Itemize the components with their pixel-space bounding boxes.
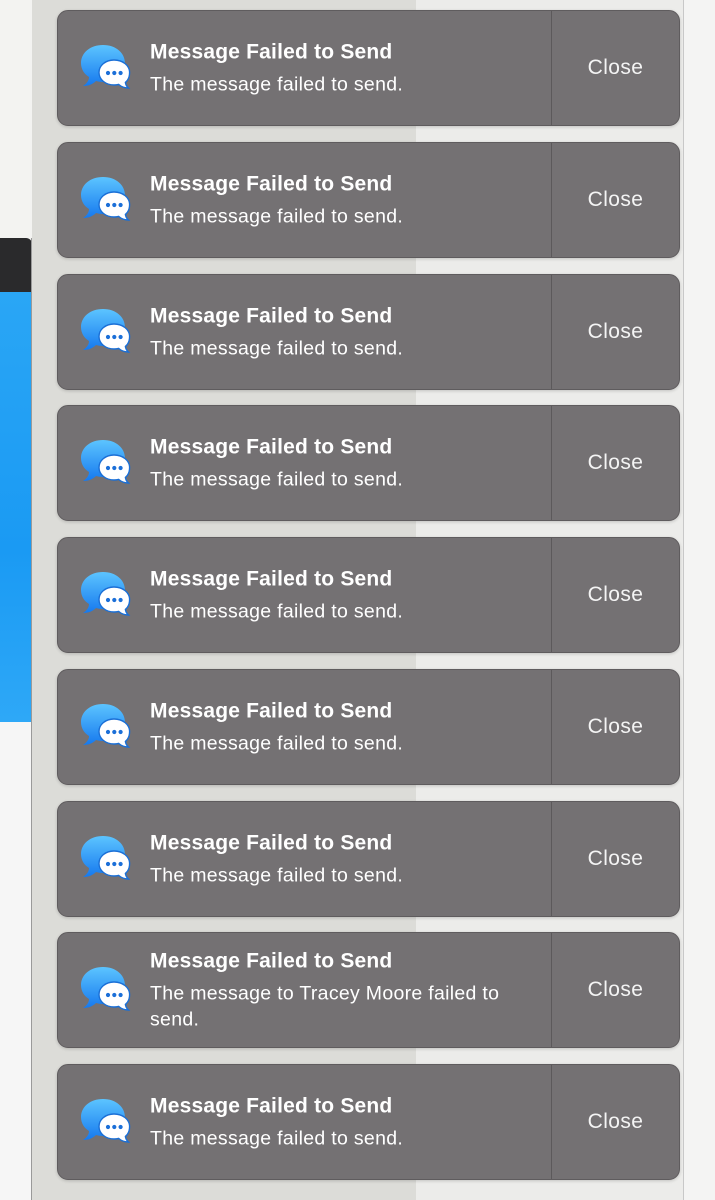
close-button[interactable]: Close xyxy=(552,670,679,784)
messages-icon xyxy=(81,308,131,353)
notification-banner-4[interactable]: Message Failed to Send The message faile… xyxy=(57,405,680,522)
messages-icon xyxy=(81,967,131,1011)
notification-title: Message Failed to Send xyxy=(150,304,393,327)
notification-banner-6[interactable]: Message Failed to Send The message faile… xyxy=(57,668,680,785)
close-button[interactable]: Close xyxy=(552,143,679,257)
notification-text: Message Failed to Send The message faile… xyxy=(150,566,507,625)
notification-list: Message Failed to Send The message faile… xyxy=(57,10,680,1196)
notification-title: Message Failed to Send xyxy=(150,1094,393,1118)
notification-content[interactable]: Message Failed to Send The message faile… xyxy=(58,11,551,125)
notification-content[interactable]: Message Failed to Send The message to Tr… xyxy=(58,933,551,1047)
notification-title: Message Failed to Send xyxy=(150,435,393,459)
notification-text: Message Failed to Send The message faile… xyxy=(150,697,507,756)
messages-icon xyxy=(81,1099,131,1143)
notification-content[interactable]: Message Failed to Send The message faile… xyxy=(58,275,551,389)
screen-edge xyxy=(684,0,715,1200)
close-button[interactable]: Close xyxy=(552,275,679,389)
notification-text: Message Failed to Send The message faile… xyxy=(150,829,507,888)
notification-content[interactable]: Message Failed to Send The message faile… xyxy=(58,670,551,784)
notification-banner-3[interactable]: Message Failed to Send The message faile… xyxy=(57,273,680,390)
messages-icon xyxy=(81,440,131,484)
notification-title: Message Failed to Send xyxy=(150,172,393,196)
notification-body: The message failed to send. xyxy=(150,600,404,623)
notification-content[interactable]: Message Failed to Send The message faile… xyxy=(58,143,551,257)
notification-body: The message failed to send. xyxy=(150,732,404,755)
notification-body: The message failed to send. xyxy=(150,73,404,96)
notification-title: Message Failed to Send xyxy=(150,567,393,591)
notification-banner-2[interactable]: Message Failed to Send The message faile… xyxy=(57,141,680,258)
background-window-content xyxy=(0,292,31,722)
close-button[interactable]: Close xyxy=(552,11,679,125)
background-window-titlebar xyxy=(0,238,32,292)
messages-icon xyxy=(81,703,131,748)
messages-icon xyxy=(81,176,131,221)
notification-text: Message Failed to Send The message faile… xyxy=(150,302,507,361)
notification-text: Message Failed to Send The message faile… xyxy=(150,39,507,98)
messages-icon xyxy=(81,45,131,89)
notification-content[interactable]: Message Failed to Send The message faile… xyxy=(58,406,551,520)
background-window-lower xyxy=(0,722,31,1200)
notification-text: Message Failed to Send The message faile… xyxy=(150,170,507,229)
notification-body: The message failed to send. xyxy=(150,864,404,886)
notification-banner-7[interactable]: Message Failed to Send The message faile… xyxy=(57,800,680,917)
notification-title: Message Failed to Send xyxy=(150,949,393,973)
close-button[interactable]: Close xyxy=(552,406,679,520)
notification-banner-5[interactable]: Message Failed to Send The message faile… xyxy=(57,537,680,653)
notification-title: Message Failed to Send xyxy=(150,40,393,64)
notification-banner-1[interactable]: Message Failed to Send The message faile… xyxy=(57,10,680,126)
notification-body: The message to Tracey Moore failed to se… xyxy=(150,982,500,1031)
close-button[interactable]: Close xyxy=(552,538,679,652)
close-button[interactable]: Close xyxy=(552,802,679,916)
notification-title: Message Failed to Send xyxy=(150,831,393,854)
notification-text: Message Failed to Send The message faile… xyxy=(150,434,507,493)
notification-content[interactable]: Message Failed to Send The message faile… xyxy=(58,802,551,916)
close-button[interactable]: Close xyxy=(552,1065,679,1179)
notification-content[interactable]: Message Failed to Send The message faile… xyxy=(58,1065,551,1179)
notification-content[interactable]: Message Failed to Send The message faile… xyxy=(58,538,551,652)
messages-icon xyxy=(81,835,131,880)
notification-body: The message failed to send. xyxy=(150,468,404,491)
notification-body: The message failed to send. xyxy=(150,205,404,228)
close-button[interactable]: Close xyxy=(552,933,679,1047)
notification-text: Message Failed to Send The message to Tr… xyxy=(150,948,507,1033)
notification-text: Message Failed to Send The message faile… xyxy=(150,1093,507,1152)
notification-title: Message Failed to Send xyxy=(150,699,393,723)
notification-body: The message failed to send. xyxy=(150,1127,404,1150)
messages-icon xyxy=(81,572,131,616)
notification-banner-9[interactable]: Message Failed to Send The message faile… xyxy=(57,1064,680,1180)
notification-body: The message failed to send. xyxy=(150,337,404,359)
notification-banner-8[interactable]: Message Failed to Send The message to Tr… xyxy=(57,932,680,1049)
